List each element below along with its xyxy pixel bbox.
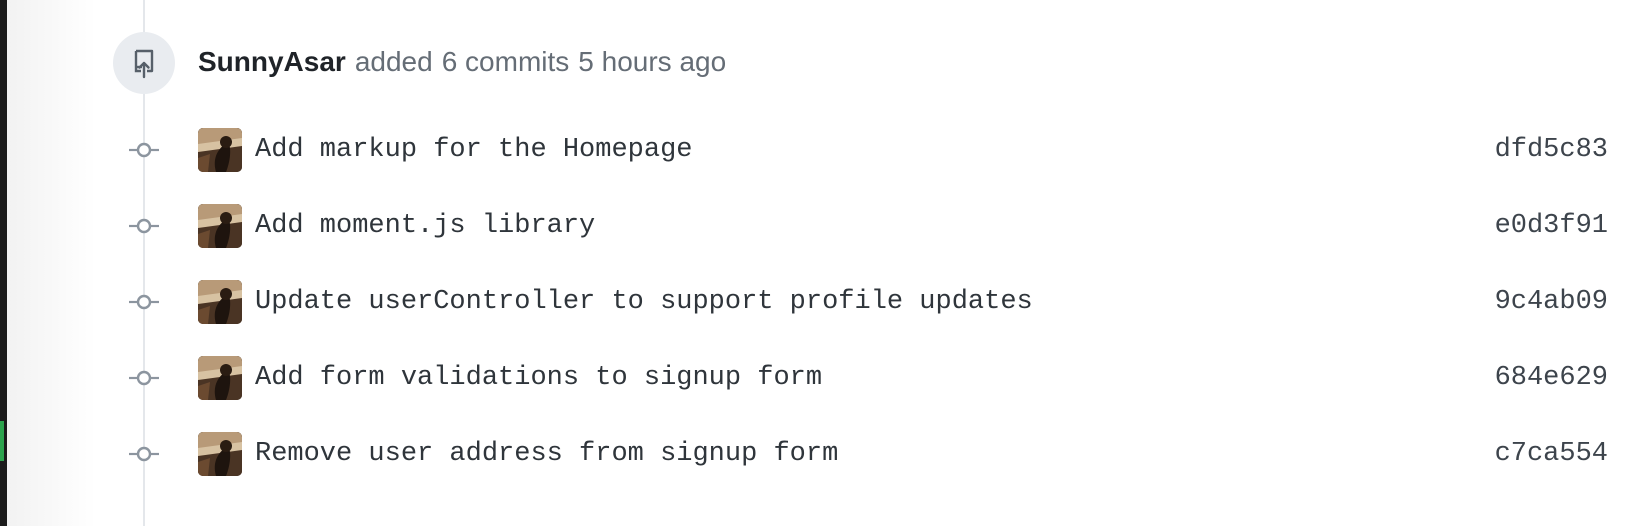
commit-row: Add markup for the Homepage dfd5c83	[0, 120, 1644, 180]
commit-row: Add form validations to signup form 684e6…	[0, 348, 1644, 408]
commit-message-link[interactable]: Add markup for the Homepage	[255, 120, 692, 180]
pull-request-timeline: SunnyAsar added 6 commits 5 hours ago Ad…	[0, 0, 1644, 526]
avatar-image	[198, 280, 242, 324]
commit-sha-link[interactable]: c7ca554	[1495, 424, 1608, 484]
commit-message-link[interactable]: Add form validations to signup form	[255, 348, 822, 408]
avatar[interactable]	[198, 280, 242, 324]
author-link[interactable]: SunnyAsar	[198, 46, 346, 78]
avatar-image	[198, 356, 242, 400]
commit-sha-link[interactable]: e0d3f91	[1495, 196, 1608, 256]
commits-event-header: SunnyAsar added 6 commits 5 hours ago	[198, 40, 726, 84]
event-timestamp[interactable]: 5 hours ago	[578, 46, 726, 78]
repo-push-icon	[134, 49, 154, 79]
avatar[interactable]	[198, 356, 242, 400]
commit-sha-link[interactable]: dfd5c83	[1495, 120, 1608, 180]
git-commit-icon	[129, 446, 159, 462]
avatar[interactable]	[198, 432, 242, 476]
commit-sha-link[interactable]: 9c4ab09	[1495, 272, 1608, 332]
event-action: added	[354, 46, 433, 77]
event-badge	[113, 32, 175, 94]
commit-message-link[interactable]: Update userController to support profile…	[255, 272, 1033, 332]
git-commit-icon	[129, 370, 159, 386]
commit-message-link[interactable]: Add moment.js library	[255, 196, 595, 256]
commit-row: Remove user address from signup form c7ca…	[0, 424, 1644, 484]
commit-row: Update userController to support profile…	[0, 272, 1644, 332]
avatar-image	[198, 432, 242, 476]
commit-sha-link[interactable]: 684e629	[1495, 348, 1608, 408]
avatar[interactable]	[198, 204, 242, 248]
git-commit-icon	[129, 142, 159, 158]
avatar[interactable]	[198, 128, 242, 172]
git-commit-icon	[129, 218, 159, 234]
avatar-image	[198, 128, 242, 172]
avatar-image	[198, 204, 242, 248]
commit-message-link[interactable]: Remove user address from signup form	[255, 424, 838, 484]
git-commit-icon	[129, 294, 159, 310]
commit-count: 6 commits	[441, 46, 570, 77]
commit-row: Add moment.js library e0d3f91	[0, 196, 1644, 256]
